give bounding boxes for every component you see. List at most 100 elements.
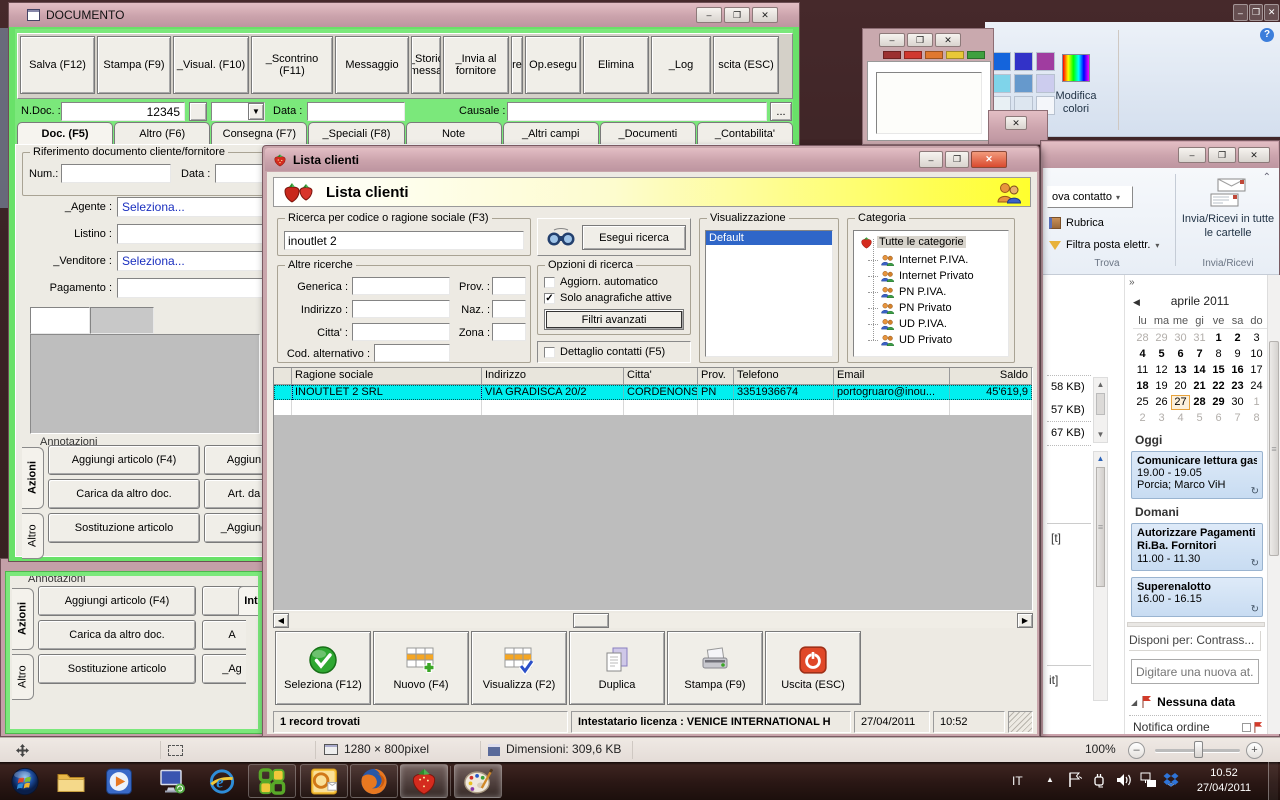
calendar-day[interactable]: 15 — [1209, 363, 1228, 378]
scroll-right-icon[interactable]: ▶ — [1017, 613, 1033, 628]
calendar-prev-icon[interactable]: ◀ — [1133, 297, 1140, 308]
dialog-minimize-button[interactable]: – — [879, 33, 905, 47]
dialog2-close-button[interactable]: ✕ — [1005, 116, 1027, 130]
calendar-day[interactable]: 9 — [1228, 347, 1247, 362]
calendar-day[interactable]: 4 — [1171, 411, 1190, 426]
table-header-ragione-sociale[interactable]: Ragione sociale — [292, 368, 482, 385]
categoria-item-pn-p-iva-[interactable]: PN P.IVA. — [868, 284, 946, 300]
causale-input[interactable] — [507, 102, 767, 121]
tab--documenti[interactable]: _Documenti — [599, 122, 696, 144]
palette-color-swatch[interactable] — [946, 51, 964, 59]
table-cell-empty[interactable] — [834, 400, 950, 415]
table-cell-empty[interactable] — [482, 400, 624, 415]
palette-color-swatch[interactable] — [992, 52, 1011, 71]
calendar-day[interactable]: 10 — [1247, 347, 1266, 362]
table-cell-empty[interactable] — [274, 400, 292, 415]
calendar-day[interactable]: 3 — [1247, 331, 1266, 346]
volume-icon[interactable] — [1116, 772, 1133, 788]
checkbox-icon[interactable] — [544, 346, 555, 358]
tab--altri-campi[interactable]: _Altri campi — [502, 122, 599, 144]
new-task-input[interactable] — [1131, 659, 1259, 684]
action-button--ag[interactable]: _Ag — [202, 654, 246, 684]
pane-scrollbar[interactable]: ▲ ≡ — [1093, 451, 1108, 701]
zoom-out-button[interactable]: – — [1128, 742, 1145, 759]
calendar-day[interactable]: 23 — [1228, 379, 1247, 394]
table-cell[interactable]: PN — [698, 385, 734, 400]
invia-ricevi-button[interactable]: Invia/Ricevi in tutte le cartelle — [1181, 176, 1275, 256]
taskbar-paint[interactable] — [454, 764, 502, 798]
table-header-selector[interactable] — [274, 368, 292, 385]
paint-minimize-button[interactable]: – — [1233, 4, 1248, 21]
calendar-day[interactable]: 30 — [1171, 331, 1190, 346]
calendar-day[interactable]: 26 — [1152, 395, 1171, 410]
citta-input[interactable] — [352, 323, 450, 341]
calendar-day[interactable]: 19 — [1152, 379, 1171, 394]
tab-altro-f6-[interactable]: Altro (F6) — [114, 122, 211, 144]
tab--contabilita-[interactable]: _Contabilita' — [696, 122, 793, 144]
side-tab-azioni[interactable]: Azioni — [12, 588, 34, 650]
action-button-aggiun[interactable]: Aggiun — [204, 445, 264, 475]
table-header-saldo[interactable]: Saldo — [950, 368, 1032, 385]
calendar-day[interactable]: 30 — [1228, 395, 1247, 410]
outlook-titlebar[interactable]: – ❐ ✕ — [1042, 142, 1278, 168]
action-button-art-da[interactable]: Art. da — [204, 479, 264, 509]
button-uscita-esc-[interactable]: Uscita (ESC) — [765, 631, 861, 705]
calendar-day[interactable]: 13 — [1171, 363, 1190, 378]
listbox-item-selected[interactable]: Default — [706, 231, 832, 245]
filtra-posta-button[interactable]: Filtra posta elettr. ▾ — [1049, 236, 1173, 254]
generica-input[interactable] — [352, 277, 450, 295]
calendar-day[interactable]: 29 — [1152, 331, 1171, 346]
taskbar-explorer[interactable] — [52, 764, 90, 798]
power-plug-icon[interactable] — [1092, 772, 1108, 788]
paint-close-button[interactable]: ✕ — [1264, 4, 1280, 21]
table-row-empty[interactable] — [274, 400, 1032, 415]
palette-color-swatch[interactable] — [925, 51, 943, 59]
causale-more-button[interactable]: ... — [770, 102, 792, 121]
action-button-aggiungi-articolo-f4-[interactable]: Aggiungi articolo (F4) — [38, 586, 196, 616]
toolbar-button--storic-messa[interactable]: _Storic messa — [411, 36, 441, 94]
rubrica-button[interactable]: Rubrica — [1049, 214, 1149, 232]
zoom-slider-thumb[interactable] — [1194, 741, 1203, 758]
documento-close-button[interactable]: ✕ — [752, 7, 778, 23]
ndoc-type-dropdown[interactable]: ▼ — [211, 102, 265, 121]
tab-consegna-f7-[interactable]: Consegna (F7) — [211, 122, 308, 144]
show-desktop-button[interactable] — [1268, 762, 1278, 800]
action-button-carica-da-altro-doc-[interactable]: Carica da altro doc. — [48, 479, 200, 509]
action-button--aggiung[interactable]: _Aggiung — [204, 513, 264, 543]
toolbar-button-salva-f12-[interactable]: Salva (F12) — [20, 36, 95, 94]
action-button-a[interactable]: A — [202, 620, 246, 650]
zona-input[interactable] — [492, 323, 526, 341]
calendar-day[interactable]: 25 — [1133, 395, 1152, 410]
table-cell-empty[interactable] — [950, 400, 1032, 415]
calendar-day[interactable]: 17 — [1247, 363, 1266, 378]
dialog-close-button[interactable]: ✕ — [935, 33, 961, 47]
appointment-card[interactable]: Autorizzare Pagamenti Ri.Ba. Fornitori 1… — [1131, 523, 1263, 571]
side-tab-azioni[interactable]: Azioni — [22, 447, 44, 509]
taskbar-firefox[interactable] — [350, 764, 398, 798]
taskbar-internet-explorer[interactable]: e — [202, 764, 242, 798]
scroll-left-icon[interactable]: ◀ — [273, 613, 289, 628]
scroll-thumb[interactable] — [573, 613, 609, 628]
toolbar-button-messaggio[interactable]: Messaggio — [335, 36, 409, 94]
zoom-in-button[interactable]: + — [1246, 742, 1263, 759]
dettaglio-contatti-checkbox[interactable]: Dettaglio contatti (F5) — [544, 346, 665, 358]
calendar-day[interactable]: 8 — [1209, 347, 1228, 362]
dropbox-icon[interactable] — [1163, 772, 1179, 788]
toolbar-button-re[interactable]: re — [511, 36, 523, 94]
palette-color-swatch[interactable] — [883, 51, 901, 59]
naz-input[interactable] — [492, 300, 526, 318]
table-hscrollbar[interactable]: ◀ ▶ — [273, 613, 1033, 628]
button-seleziona-f12-[interactable]: Seleziona (F12) — [275, 631, 371, 705]
calendar-day[interactable]: 5 — [1190, 411, 1209, 426]
tab--speciali-f8-[interactable]: _Speciali (F8) — [308, 122, 405, 144]
toolbar-button-elimina[interactable]: Elimina — [583, 36, 649, 94]
toolbar-button--invia-al-fornitore[interactable]: _Invia al fornitore — [443, 36, 509, 94]
calendar-grid[interactable]: 28 29 30 31 1 2 3 4 5 6 7 8 9 10 11 12 13 14 15 16 17 18 19 20 2… — [1133, 331, 1267, 428]
toolbar-button--log[interactable]: _Log — [651, 36, 711, 94]
table-cell[interactable]: portogruaro@inou... — [834, 385, 950, 400]
table-cell[interactable]: 45'619,9 — [950, 385, 1032, 400]
calendar-day[interactable]: 18 — [1133, 379, 1152, 394]
palette-color-swatch[interactable] — [967, 51, 985, 59]
calendar-day[interactable]: 1 — [1209, 331, 1228, 346]
disponi-per-header[interactable]: Disponi per: Contrass... — [1129, 631, 1261, 651]
